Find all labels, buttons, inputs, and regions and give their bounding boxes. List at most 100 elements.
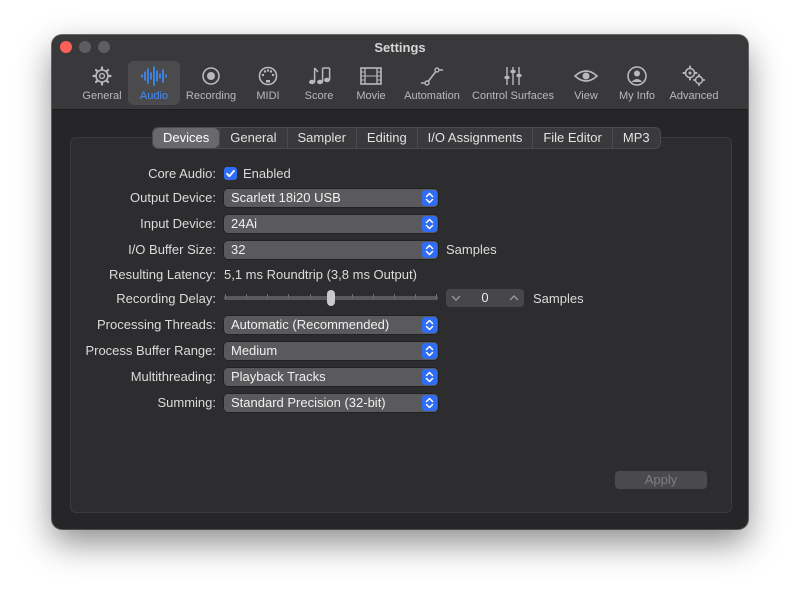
eye-icon: [573, 70, 599, 82]
input-device-label: Input Device:: [140, 216, 216, 231]
core-audio-label: Core Audio:: [148, 166, 216, 181]
subtab-io-assignments[interactable]: I/O Assignments: [416, 128, 533, 148]
process-buffer-range-value: Medium: [231, 343, 278, 358]
music-notes-icon: [309, 67, 331, 85]
output-device-chevron: [422, 190, 437, 206]
toolbar-audio-label: Audio: [139, 90, 169, 102]
slider-tick: [310, 294, 311, 299]
process-buffer-range-chevron: [422, 343, 437, 359]
toolbar-general-label: General: [82, 90, 122, 102]
summing-select[interactable]: Standard Precision (32-bit): [224, 394, 438, 412]
gear-icon: [92, 66, 112, 86]
input-device-chevron: [422, 216, 437, 232]
toolbar-automation-label: Automation: [404, 90, 460, 102]
slider-tick: [373, 294, 374, 299]
slider-tick: [415, 294, 416, 299]
slider-tick: [436, 294, 437, 299]
resulting-latency-label: Resulting Latency:: [109, 267, 216, 282]
audio-subtabs: Devices General Sampler Editing I/O Assi…: [152, 127, 661, 149]
multithreading-chevron: [422, 369, 437, 385]
chevron-updown-icon: [425, 192, 434, 204]
chevron-updown-icon: [425, 218, 434, 230]
toolbar-control-surfaces[interactable]: Control Surfaces: [470, 61, 556, 105]
chevron-updown-icon: [425, 244, 434, 256]
multithreading-select[interactable]: Playback Tracks: [224, 368, 438, 386]
toolbar-score-label: Score: [304, 90, 334, 102]
chevron-updown-icon: [425, 371, 434, 383]
subtab-devices[interactable]: Devices: [153, 128, 220, 148]
midi-port-icon: [258, 66, 278, 86]
apply-button[interactable]: Apply: [615, 471, 707, 489]
processing-threads-select[interactable]: Automatic (Recommended): [224, 316, 438, 334]
summing-chevron: [422, 395, 437, 411]
io-buffer-size-unit: Samples: [446, 242, 497, 257]
chevron-updown-icon: [425, 319, 434, 331]
slider-tick: [225, 294, 226, 299]
subtab-general[interactable]: General: [219, 128, 286, 148]
checkmark-icon: [226, 169, 235, 178]
automation-curve-icon: [421, 67, 443, 86]
output-device-select[interactable]: Scarlett 18i20 USB: [224, 189, 438, 207]
recording-delay-label: Recording Delay:: [116, 291, 216, 306]
waveform-icon: [141, 66, 167, 86]
multithreading-label: Multithreading:: [130, 369, 216, 384]
title-bar: Settings General Audio Recording MIDI Sc…: [52, 35, 748, 110]
toolbar-score[interactable]: Score: [300, 61, 338, 105]
input-device-select[interactable]: 24Ai: [224, 215, 438, 233]
toolbar-advanced-label: Advanced: [669, 90, 719, 102]
toolbar-midi-label: MIDI: [256, 90, 280, 102]
toolbar-advanced[interactable]: Advanced: [666, 61, 722, 105]
settings-window: Settings General Audio Recording MIDI Sc…: [52, 35, 748, 529]
subtab-mp3[interactable]: MP3: [611, 128, 660, 148]
gears-icon: [682, 65, 706, 87]
toolbar-midi[interactable]: MIDI: [250, 61, 286, 105]
slider-tick: [352, 294, 353, 299]
toolbar-control-surfaces-label: Control Surfaces: [472, 90, 554, 102]
toolbar-recording[interactable]: Recording: [184, 61, 238, 105]
processing-threads-label: Processing Threads:: [97, 317, 216, 332]
person-icon: [627, 66, 647, 86]
subtab-editing[interactable]: Editing: [355, 128, 417, 148]
record-icon: [202, 67, 220, 85]
summing-value: Standard Precision (32-bit): [231, 395, 386, 410]
input-device-value: 24Ai: [231, 216, 258, 231]
io-buffer-size-value: 32: [231, 242, 246, 257]
toolbar-recording-label: Recording: [185, 90, 237, 102]
slider-tick: [394, 294, 395, 299]
process-buffer-range-select[interactable]: Medium: [224, 342, 438, 360]
multithreading-value: Playback Tracks: [231, 369, 326, 384]
core-audio-checkbox[interactable]: [224, 167, 237, 180]
toolbar-audio[interactable]: Audio: [128, 61, 180, 105]
resulting-latency-value: 5,1 ms Roundtrip (3,8 ms Output): [224, 267, 417, 282]
chevron-up-icon[interactable]: [508, 292, 520, 304]
chevron-updown-icon: [425, 345, 434, 357]
toolbar-automation[interactable]: Automation: [402, 61, 462, 105]
toolbar-my-info-label: My Info: [618, 90, 656, 102]
recording-delay-stepper[interactable]: 0: [446, 289, 524, 307]
subtab-file-editor[interactable]: File Editor: [532, 128, 612, 148]
processing-threads-value: Automatic (Recommended): [231, 317, 390, 332]
toolbar-general[interactable]: General: [79, 61, 125, 105]
io-buffer-size-select[interactable]: 32: [224, 241, 438, 259]
toolbar-view-label: View: [574, 90, 598, 102]
toolbar-view[interactable]: View: [566, 61, 606, 105]
process-buffer-range-label: Process Buffer Range:: [85, 343, 216, 358]
faders-icon: [504, 67, 522, 85]
output-device-label: Output Device:: [130, 190, 216, 205]
toolbar-my-info[interactable]: My Info: [614, 61, 660, 105]
io-buffer-size-label: I/O Buffer Size:: [128, 242, 216, 257]
chevron-updown-icon: [425, 397, 434, 409]
toolbar-movie[interactable]: Movie: [352, 61, 390, 105]
slider-tick: [288, 294, 289, 299]
io-buffer-size-chevron: [422, 242, 437, 258]
slider-tick: [267, 294, 268, 299]
recording-delay-unit: Samples: [533, 291, 584, 306]
window-title: Settings: [374, 40, 426, 55]
subtab-sampler[interactable]: Sampler: [286, 128, 356, 148]
recording-delay-slider-thumb[interactable]: [327, 290, 335, 306]
processing-threads-chevron: [422, 317, 437, 333]
core-audio-enabled-label: Enabled: [243, 166, 291, 181]
output-device-value: Scarlett 18i20 USB: [231, 190, 341, 205]
toolbar-movie-label: Movie: [356, 90, 386, 102]
summing-label: Summing:: [157, 395, 216, 410]
